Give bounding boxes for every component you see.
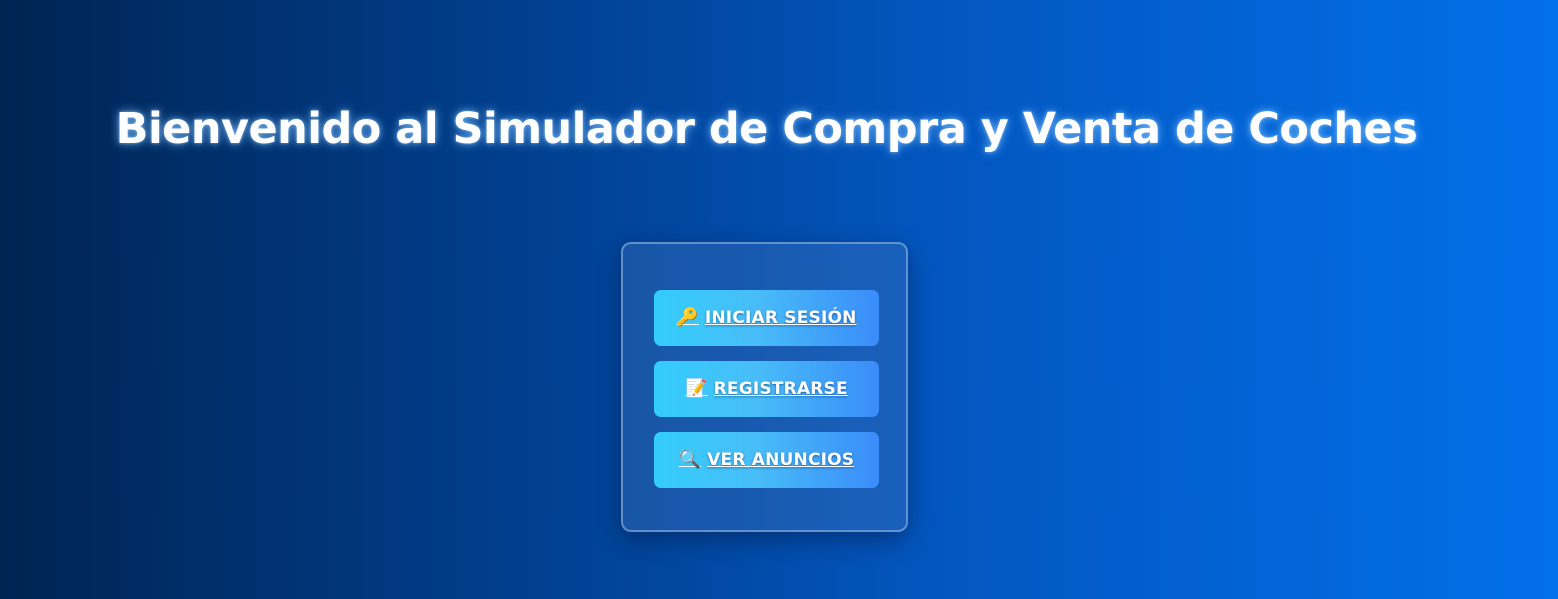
view-listings-button-label: VER ANUNCIOS [707,450,855,470]
magnifier-icon: 🔍 [678,449,702,470]
view-listings-button[interactable]: 🔍 VER ANUNCIOS [654,432,879,488]
login-button-label: INICIAR SESIÓN [704,308,857,328]
login-button[interactable]: 🔑 INICIAR SESIÓN [654,290,879,346]
page-title: Bienvenido al Simulador de Compra y Vent… [115,104,1418,154]
register-button[interactable]: 📝 REGISTRARSE [654,361,879,417]
memo-icon: 📝 [685,378,708,399]
menu-card: 🔑 INICIAR SESIÓN 📝 REGISTRARSE 🔍 VER ANU… [621,242,908,532]
key-icon: 🔑 [676,307,699,328]
register-button-label: REGISTRARSE [713,379,848,399]
